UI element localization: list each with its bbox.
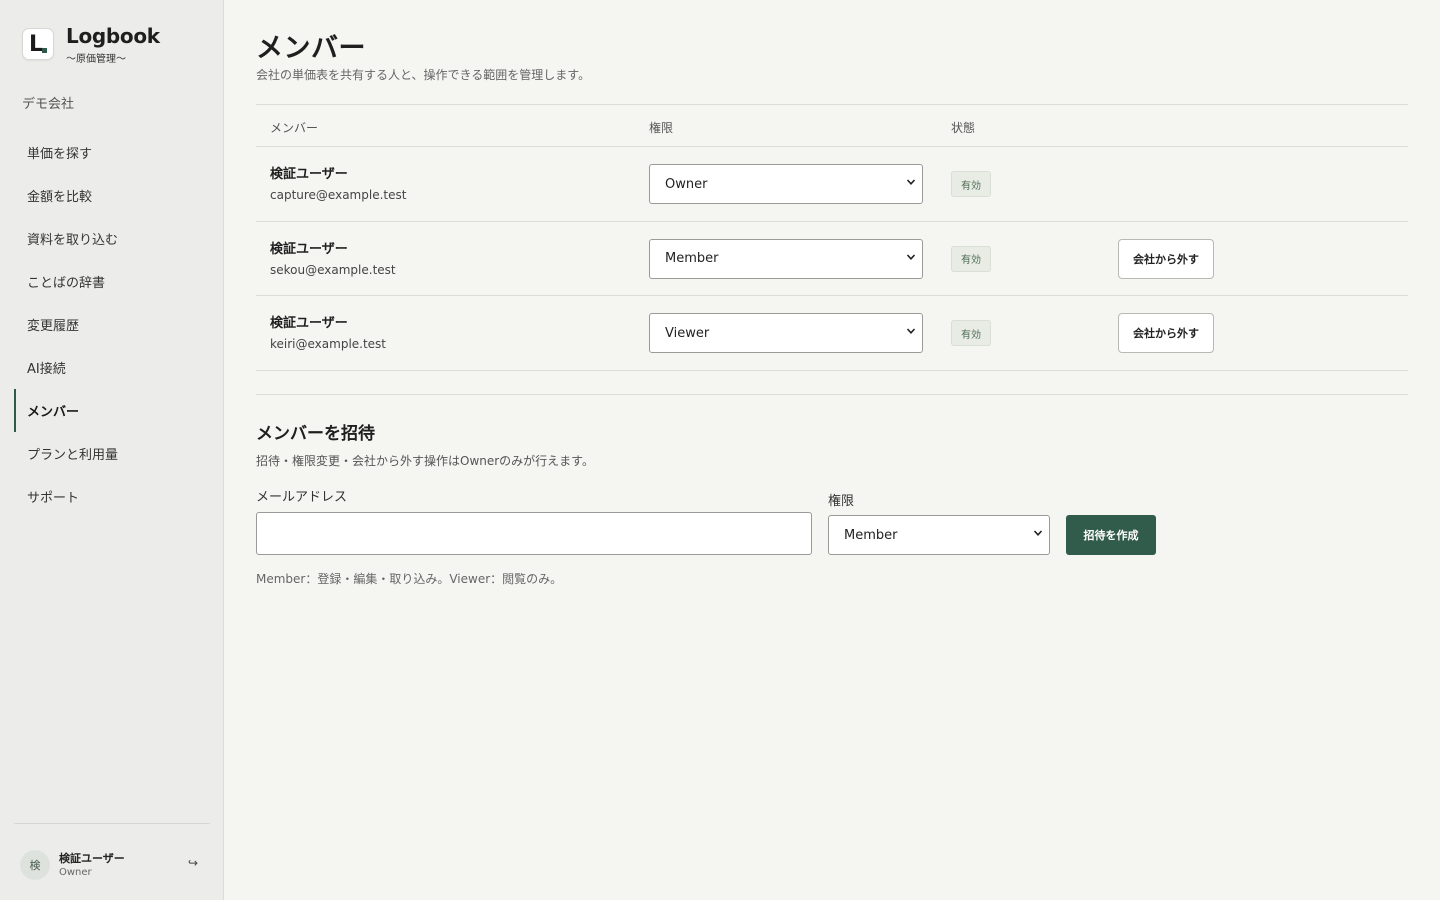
user-name: 検証ユーザー: [59, 852, 125, 865]
brand-subtitle: 〜原価管理〜: [66, 54, 126, 65]
role-select-value: Member: [665, 251, 719, 266]
user-role: Owner: [59, 867, 92, 878]
member-name: 検証ユーザー: [270, 167, 348, 182]
invite-role-value: Member: [844, 527, 898, 543]
sidebar-item-plan[interactable]: プランと利用量: [14, 432, 210, 475]
chevron-down-icon: [906, 328, 916, 334]
user-panel: 検 検証ユーザー Owner ↪: [14, 823, 210, 900]
table-header: メンバー 権限 状態: [256, 105, 1408, 147]
sidebar-item-import[interactable]: 資料を取り込む: [14, 217, 210, 260]
role-select[interactable]: Member: [649, 238, 923, 279]
member-email: sekou@example.test: [270, 262, 396, 277]
page-title: メンバー: [256, 33, 366, 64]
sidebar-item-label: 変更履歴: [27, 319, 80, 334]
sidebar-item-ai[interactable]: AI接続: [14, 346, 210, 389]
logout-icon[interactable]: ↪: [188, 856, 198, 870]
member-email: keiri@example.test: [270, 337, 387, 351]
table-row: 検証ユーザー capture@example.test Owner 有効: [256, 147, 1408, 222]
status-badge: 有効: [951, 171, 991, 197]
header-member: メンバー: [270, 121, 319, 135]
header-role: 権限: [649, 121, 674, 135]
chevron-down-icon: [906, 179, 916, 185]
sidebar-item-label: ことばの辞書: [27, 276, 106, 291]
member-name: 検証ユーザー: [270, 241, 348, 257]
brand-name: Logbook: [66, 24, 160, 48]
section-divider: [256, 394, 1408, 395]
invite-role-select[interactable]: Member: [828, 515, 1050, 555]
sidebar-item-compare[interactable]: 金額を比較: [14, 174, 210, 217]
role-select[interactable]: Owner: [649, 164, 923, 204]
remove-member-button[interactable]: 会社から外す: [1118, 238, 1214, 279]
sidebar-item-label: 金額を比較: [27, 190, 93, 205]
company-name[interactable]: デモ会社: [22, 93, 74, 112]
sidebar-item-label: 単価を探す: [27, 147, 93, 162]
remove-member-button[interactable]: 会社から外す: [1118, 313, 1214, 353]
sidebar-item-label: メンバー: [27, 405, 80, 420]
logo-letter: L: [29, 32, 44, 57]
email-field[interactable]: [256, 512, 812, 555]
status-badge: 有効: [951, 320, 991, 346]
role-select-value: Viewer: [665, 325, 710, 341]
sidebar-item-label: AI接続: [27, 362, 66, 377]
role-select[interactable]: Viewer: [649, 313, 923, 353]
invite-role-label: 権限: [828, 494, 855, 509]
sidebar-item-label: プランと利用量: [27, 448, 119, 463]
sidebar-item-label: サポート: [27, 491, 80, 506]
sidebar-item-dictionary[interactable]: ことばの辞書: [14, 260, 210, 303]
table-row: 検証ユーザー keiri@example.test Viewer 有効 会社から…: [256, 296, 1408, 371]
sidebar-item-search-price[interactable]: 単価を探す: [14, 131, 210, 174]
create-invite-button[interactable]: 招待を作成: [1066, 515, 1156, 555]
sidebar-nav: 単価を探す 金額を比較 資料を取り込む ことばの辞書 変更履歴 AI接続 メンバ…: [14, 131, 210, 518]
member-email: capture@example.test: [270, 188, 407, 202]
sidebar-item-label: 資料を取り込む: [27, 233, 119, 248]
role-select-value: Owner: [665, 176, 708, 192]
page-description: 会社の単価表を共有する人と、操作できる範囲を管理します。: [256, 68, 591, 82]
brand[interactable]: L Logbook 〜原価管理〜: [22, 24, 160, 65]
sidebar-item-history[interactable]: 変更履歴: [14, 303, 210, 346]
sidebar-item-members[interactable]: メンバー: [14, 389, 210, 432]
member-name: 検証ユーザー: [270, 316, 348, 331]
logo-icon: L: [22, 28, 54, 60]
chevron-down-icon: [1033, 530, 1043, 536]
status-badge: 有効: [951, 245, 991, 272]
sidebar: L Logbook 〜原価管理〜 デモ会社 単価を探す 金額を比較 資料を取り込…: [0, 0, 224, 900]
invite-role-note: Member：登録・編集・取り込み。Viewer：閲覧のみ。: [256, 572, 563, 586]
invite-description: 招待・権限変更・会社から外す操作はOwnerのみが行えます。: [256, 454, 594, 468]
table-row: 検証ユーザー sekou@example.test Member 有効 会社から…: [256, 222, 1408, 296]
avatar: 検: [20, 850, 50, 880]
header-status: 状態: [951, 121, 976, 135]
invite-title: メンバーを招待: [256, 424, 375, 444]
chevron-down-icon: [906, 253, 916, 260]
sidebar-item-support[interactable]: サポート: [14, 475, 210, 518]
email-label: メールアドレス: [256, 490, 348, 505]
members-table: メンバー 権限 状態 検証ユーザー capture@example.test O…: [256, 104, 1408, 371]
